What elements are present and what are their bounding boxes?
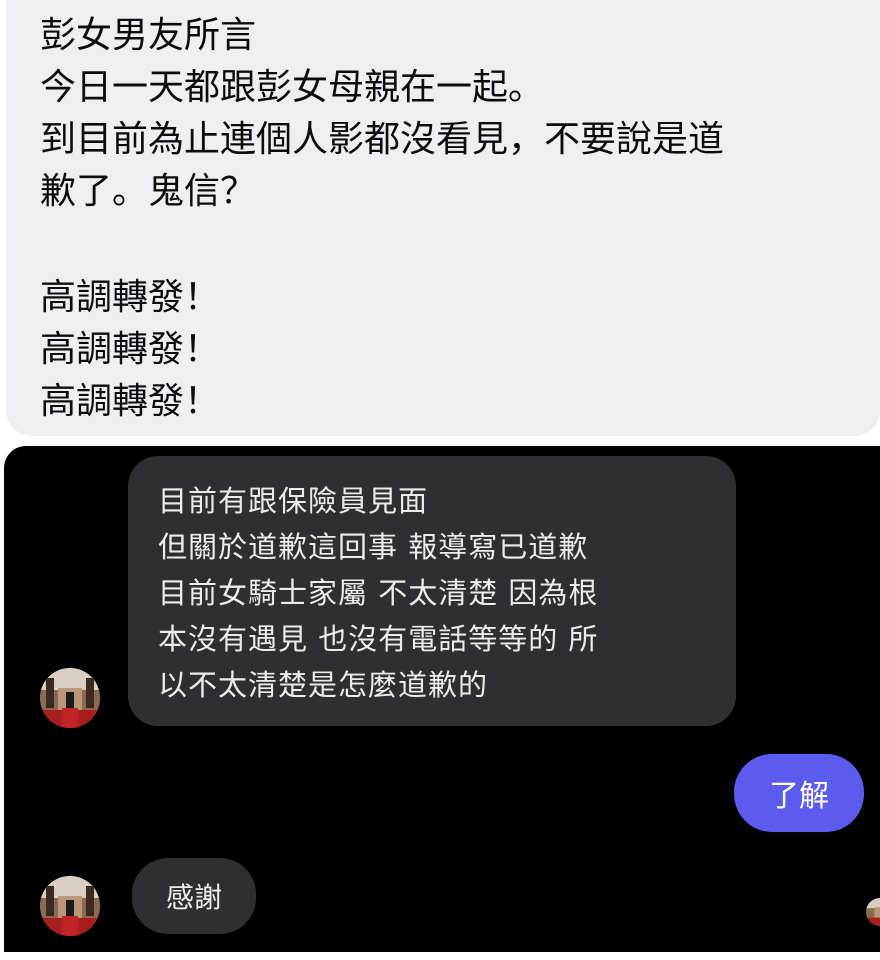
message-line: 以不太清楚是怎麼道歉的 [158,668,489,702]
message-text: 了解 [769,779,829,814]
incoming-message-bubble[interactable]: 目前有跟保險員見面 但關於道歉這回事 報導寫已道歉 目前女騎士家屬 不太清楚 因… [128,456,736,726]
post-line: 高調轉發！ [40,277,221,318]
sender-avatar[interactable] [40,876,100,936]
sender-avatar[interactable] [40,668,100,728]
message-text: 感謝 [165,881,222,914]
avatar-photo-icon [866,898,880,926]
post-line: 高調轉發！ [40,381,221,422]
post-line: 彭女男友所言 [40,15,257,56]
post-text-card: 彭女男友所言 今日一天都跟彭女母親在一起。 到目前為止連個人影都沒看見，不要說是… [6,0,880,436]
avatar-photo-icon [40,668,100,728]
outgoing-message-bubble[interactable]: 了解 [734,754,864,832]
message-line: 但關於道歉這回事 報導寫已道歉 [158,530,589,564]
read-receipt-avatar [866,898,880,926]
post-line: 高調轉發！ [40,329,221,370]
post-line: 今日一天都跟彭女母親在一起。 [40,67,545,108]
post-spacer [40,218,880,272]
message-line: 目前女騎士家屬 不太清楚 因為根 [158,576,599,610]
incoming-message-bubble[interactable]: 感謝 [132,858,256,934]
post-line: 歉了。鬼信？ [40,171,257,212]
message-line: 本沒有遇見 也沒有電話等等的 所 [158,622,599,656]
avatar-photo-icon [40,876,100,936]
post-line: 到目前為止連個人影都沒看見，不要說是道 [40,119,725,160]
chat-screenshot-panel: 目前有跟保險員見面 但關於道歉這回事 報導寫已道歉 目前女騎士家屬 不太清楚 因… [4,446,880,952]
message-line: 目前有跟保險員見面 [158,484,429,518]
